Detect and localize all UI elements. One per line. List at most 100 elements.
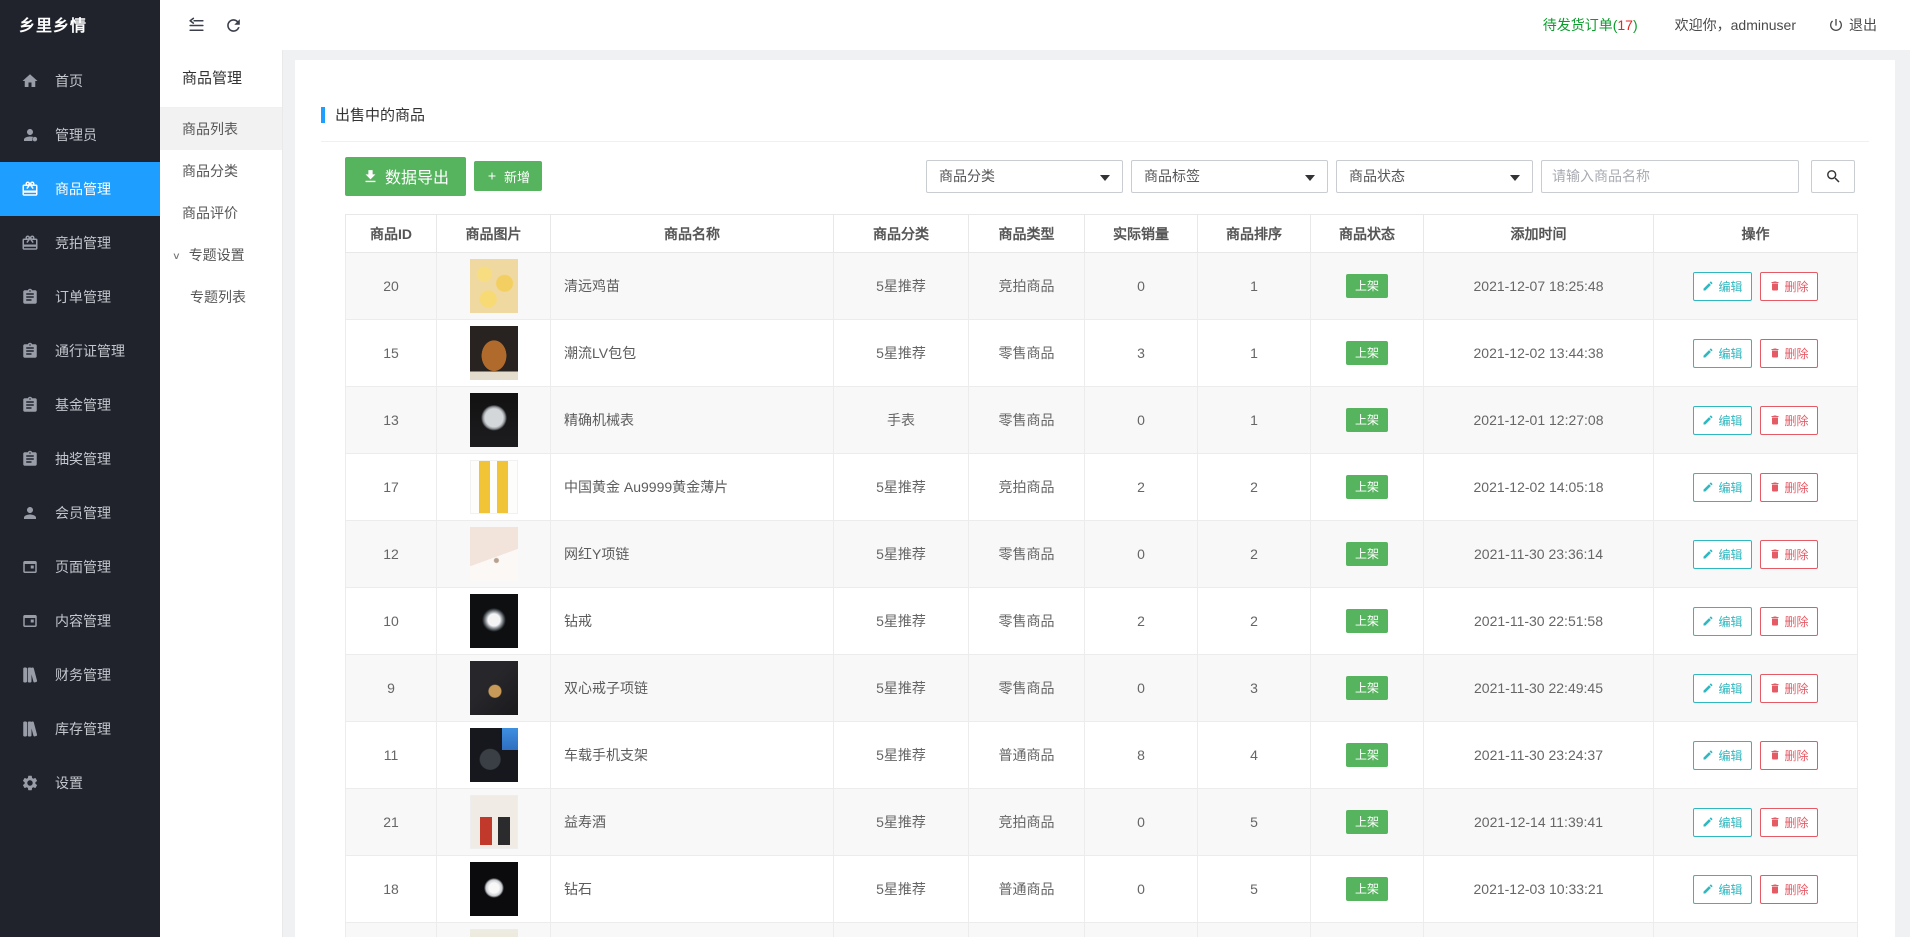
edit-button[interactable]: 编辑 — [1693, 473, 1751, 502]
trash-icon — [1769, 883, 1781, 895]
pending-orders-suffix: ) — [1633, 17, 1638, 33]
cell-product-status: 上架 — [1311, 320, 1424, 387]
row-actions: 编辑 删除 — [1655, 808, 1856, 837]
submenu-item-4[interactable]: ∨ 专题列表 — [160, 276, 282, 318]
sidebar-item-books-12[interactable]: 库存管理 — [0, 702, 160, 756]
sidebar-item-clipboard-7[interactable]: 抽奖管理 — [0, 432, 160, 486]
sidebar-item-clipboard-4[interactable]: 订单管理 — [0, 270, 160, 324]
sidebar-item-clipboard-5[interactable]: 通行证管理 — [0, 324, 160, 378]
sidebar-item-admin-user-1[interactable]: 管理员 — [0, 108, 160, 162]
cell-product-status: 上架 — [1311, 856, 1424, 923]
cell-actual-sales: 3 — [1085, 320, 1198, 387]
delete-button[interactable]: 删除 — [1760, 875, 1818, 904]
filter-product-tag-label: 商品标签 — [1144, 166, 1200, 186]
sidebar-item-label: 抽奖管理 — [55, 449, 111, 469]
filter-product-tag[interactable]: 商品标签 — [1131, 160, 1328, 193]
cell-product-status: 上架 — [1311, 789, 1424, 856]
cell-product-image — [437, 253, 551, 320]
status-badge: 上架 — [1346, 341, 1388, 365]
submenu-item-1[interactable]: ∨ 商品分类 — [160, 150, 282, 192]
sidebar-item-home-0[interactable]: 首页 — [0, 54, 160, 108]
filter-product-category-label: 商品分类 — [939, 166, 995, 186]
cell-actions: 编辑 删除 — [1654, 655, 1858, 722]
delete-button[interactable]: 删除 — [1760, 272, 1818, 301]
sidebar-item-window-9[interactable]: 页面管理 — [0, 540, 160, 594]
pending-orders-count: 17 — [1617, 17, 1633, 33]
edit-button[interactable]: 编辑 — [1693, 674, 1751, 703]
product-image — [470, 259, 518, 313]
export-data-button[interactable]: 数据导出 — [345, 157, 466, 196]
cell-product-status: 上架 — [1311, 923, 1424, 937]
cell-added-time: 2021-12-03 10:33:21 — [1424, 856, 1654, 923]
status-badge: 上架 — [1346, 877, 1388, 901]
table-row: 12 网红Y项链 5星推荐 零售商品 0 2 上架 2021-11-30 23:… — [346, 521, 1858, 588]
delete-button[interactable]: 删除 — [1760, 741, 1818, 770]
sidebar-item-gift-2[interactable]: 商品管理 — [0, 162, 160, 216]
pencil-icon — [1702, 883, 1714, 895]
table-row: 9 双心戒子项链 5星推荐 零售商品 0 3 上架 2021-11-30 22:… — [346, 655, 1858, 722]
cell-product-sort: 2 — [1198, 521, 1311, 588]
cell-product-category: 5星推荐 — [834, 253, 969, 320]
delete-button[interactable]: 删除 — [1760, 808, 1818, 837]
sidebar-item-clipboard-6[interactable]: 基金管理 — [0, 378, 160, 432]
window-icon — [21, 612, 39, 630]
cell-actions: 编辑 删除 — [1654, 923, 1858, 937]
chevron-down-icon — [1100, 175, 1110, 181]
pending-orders-link[interactable]: 待发货订单(17) — [1543, 15, 1638, 35]
clipboard-icon — [21, 396, 39, 414]
delete-label: 删除 — [1785, 345, 1809, 362]
collapse-menu-icon[interactable] — [187, 0, 206, 50]
delete-button[interactable]: 删除 — [1760, 540, 1818, 569]
cell-added-time: 2021-12-14 11:39:41 — [1424, 789, 1654, 856]
sidebar-item-gift-3[interactable]: 竞拍管理 — [0, 216, 160, 270]
cell-added-time: 2021-12-01 12:45:05 — [1424, 923, 1654, 937]
cell-actions: 编辑 删除 — [1654, 454, 1858, 521]
product-image — [470, 326, 518, 380]
refresh-icon[interactable] — [224, 0, 243, 50]
edit-button[interactable]: 编辑 — [1693, 339, 1751, 368]
sidebar-item-label: 财务管理 — [55, 665, 111, 685]
table-row: 14 怀旧 收藏电话机 5星推荐 普通商品 0 5 上架 2021-12-01 … — [346, 923, 1858, 937]
delete-button[interactable]: 删除 — [1760, 406, 1818, 435]
sidebar-item-person-8[interactable]: 会员管理 — [0, 486, 160, 540]
edit-button[interactable]: 编辑 — [1693, 607, 1751, 636]
add-button[interactable]: 新增 — [474, 161, 542, 191]
sidebar-item-label: 设置 — [55, 773, 83, 793]
cell-product-id: 21 — [346, 789, 437, 856]
pencil-icon — [1702, 816, 1714, 828]
cell-actions: 编辑 删除 — [1654, 856, 1858, 923]
delete-button[interactable]: 删除 — [1760, 607, 1818, 636]
sidebar-item-books-11[interactable]: 财务管理 — [0, 648, 160, 702]
filter-product-category[interactable]: 商品分类 — [926, 160, 1123, 193]
submenu-item-3[interactable]: ∨ 专题设置 — [160, 234, 282, 276]
submenu-item-2[interactable]: ∨ 商品评价 — [160, 192, 282, 234]
delete-button[interactable]: 删除 — [1760, 473, 1818, 502]
cell-product-id: 14 — [346, 923, 437, 937]
download-icon — [362, 168, 379, 185]
logout-button[interactable]: 退出 — [1828, 15, 1877, 35]
content-body: 数据导出 新增 商品分类 商品标签 — [295, 156, 1895, 937]
cell-product-id: 9 — [346, 655, 437, 722]
edit-button[interactable]: 编辑 — [1693, 875, 1751, 904]
edit-button[interactable]: 编辑 — [1693, 741, 1751, 770]
delete-button[interactable]: 删除 — [1760, 674, 1818, 703]
edit-label: 编辑 — [1718, 881, 1742, 898]
delete-button[interactable]: 删除 — [1760, 339, 1818, 368]
pencil-icon — [1702, 548, 1714, 560]
edit-button[interactable]: 编辑 — [1693, 808, 1751, 837]
cell-product-category: 手表 — [834, 387, 969, 454]
edit-button[interactable]: 编辑 — [1693, 272, 1751, 301]
cell-product-id: 20 — [346, 253, 437, 320]
search-button[interactable] — [1811, 160, 1855, 193]
sidebar-item-gear-13[interactable]: 设置 — [0, 756, 160, 810]
pencil-icon — [1702, 682, 1714, 694]
pencil-icon — [1702, 414, 1714, 426]
cell-product-type: 零售商品 — [969, 320, 1085, 387]
filter-product-status[interactable]: 商品状态 — [1336, 160, 1533, 193]
edit-button[interactable]: 编辑 — [1693, 406, 1751, 435]
search-input[interactable] — [1541, 160, 1799, 193]
submenu-item-0[interactable]: ∨ 商品列表 — [160, 108, 282, 150]
row-actions: 编辑 删除 — [1655, 473, 1856, 502]
edit-button[interactable]: 编辑 — [1693, 540, 1751, 569]
sidebar-item-window-10[interactable]: 内容管理 — [0, 594, 160, 648]
